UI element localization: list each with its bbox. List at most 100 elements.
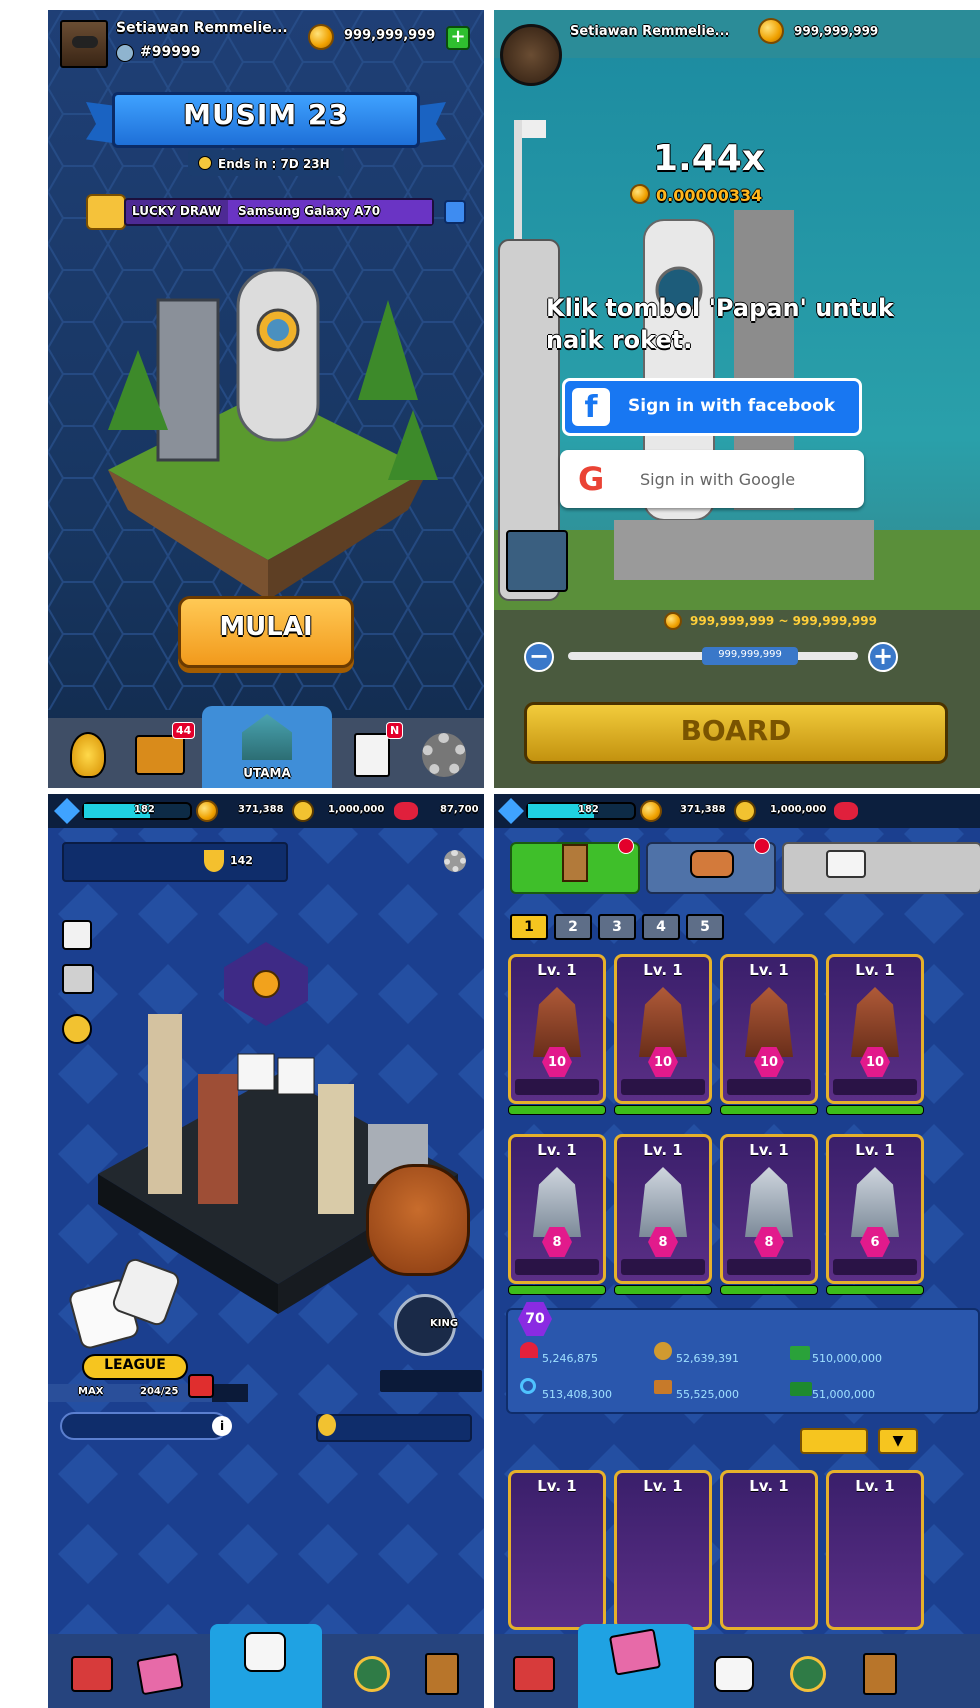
facebook-icon: f [572,388,610,426]
card-name-plate [515,1259,599,1275]
league-max: MAX [78,1386,104,1397]
cash-icon [790,1346,810,1360]
sort-button[interactable] [800,1428,868,1454]
league-reward-chest-icon[interactable] [188,1374,214,1398]
sort-dropdown-button[interactable]: ▼ [878,1428,918,1454]
building-card[interactable]: Lv. 1 10 [720,954,818,1115]
building-card[interactable]: Lv. 1 10 [826,954,924,1115]
league-label: LEAGUE [104,1357,166,1373]
mode-selector[interactable] [62,842,288,882]
settings-gear-icon[interactable] [444,850,466,872]
league-stat-box[interactable] [60,1412,228,1440]
heart-icon [520,1342,538,1358]
building-icon [745,987,793,1057]
coin-balance: 371,388 [238,804,284,815]
nav-chest[interactable] [504,1646,564,1702]
building-card[interactable]: Lv. 1 [720,1470,818,1630]
bear-mascot-icon [366,1164,470,1276]
hammer-icon [654,1380,672,1394]
clock-icon [198,156,212,170]
board-button-label: BOARD [680,714,792,747]
coin-amount: 0.00000334 [656,186,763,205]
building-card[interactable]: Lv. 18 [508,1134,606,1295]
coin-icon [640,800,662,822]
trophy-count: 142 [230,854,253,867]
card-progress-bar [826,1105,924,1115]
gem-count: 87,700 [440,804,479,815]
page-tab-4[interactable]: 4 [642,914,680,940]
building-card[interactable]: Lv. 1 10 [508,954,606,1115]
hero-mode-box[interactable] [316,1414,472,1442]
coin-balance: 999,999,999 [794,24,879,38]
stat-value-3: 510,000,000 [812,1352,882,1365]
notes-badge: N [386,722,404,739]
card-name-plate [621,1259,705,1275]
card-name-plate [621,1079,705,1095]
card-level: Lv. 1 [643,1141,683,1159]
info-button[interactable] [444,200,466,224]
avatar[interactable] [60,20,108,68]
instruction-text: Klik tombol 'Papan' untuk naik roket. [546,294,894,354]
tab-badge-characters [754,838,770,854]
cards-icon [608,1628,662,1676]
lucky-draw-prize: Samsung Galaxy A70 [238,204,381,218]
building-icon [533,987,581,1057]
building-card[interactable]: Lv. 16 [826,1134,924,1295]
building-card[interactable]: Lv. 18 [614,1134,712,1295]
card-level: Lv. 1 [749,1477,789,1495]
add-coins-button[interactable]: + [446,26,470,50]
lucky-draw-label: LUCKY DRAW [132,204,222,218]
nav-shield[interactable] [778,1646,838,1702]
dice-coin-icon [292,800,314,822]
nav-book[interactable] [850,1646,910,1702]
nav-shield[interactable] [342,1646,402,1702]
building-card[interactable]: Lv. 1 10 [614,954,712,1115]
info-icon[interactable]: i [212,1416,232,1436]
card-name-plate [727,1259,811,1275]
page-tab-3[interactable]: 3 [598,914,636,940]
page-tab-2[interactable]: 2 [554,914,592,940]
page-tab-5[interactable]: 5 [686,914,724,940]
nav-cards[interactable] [130,1646,190,1702]
nav-chest[interactable] [62,1646,122,1702]
nav-book[interactable] [412,1646,472,1702]
dice-coin-icon [734,800,756,822]
card-level: Lv. 1 [749,961,789,979]
stat-value-2: 52,639,391 [676,1352,739,1365]
building-card[interactable]: Lv. 1 [614,1470,712,1630]
card-level: Lv. 1 [537,961,577,979]
side-icon-truck[interactable] [62,964,94,994]
coin-balance: 371,388 [680,804,726,815]
mini-game-button[interactable] [380,1370,482,1392]
side-icon-calendar[interactable] [62,920,92,950]
card-progress-bar [720,1105,818,1115]
small-coin-icon [630,184,650,204]
building-thumbnail[interactable] [506,530,568,592]
card-level: Lv. 1 [537,1477,577,1495]
building-card[interactable]: Lv. 18 [720,1134,818,1295]
bet-range: 999,999,999 ~ 999,999,999 [690,614,877,628]
dice-wings-icon [714,1656,754,1692]
category-tab-album[interactable] [782,842,980,894]
building-card[interactable]: Lv. 1 [826,1470,924,1630]
league-progress: 204/25 [140,1386,179,1397]
panel-building-collection: 182 371,388 1,000,000 12345 Lv. 1 10 Lv. 1… [494,794,980,1708]
panel-board-home: 182 371,388 1,000,000 87,700 142 LEAGUE … [48,794,484,1708]
panel-rocket-login: Setiawan Remmelie... 999,999,999 1.44x 0… [494,10,980,788]
character-dice-tab-icon [690,850,734,878]
king-label: KING [430,1318,459,1329]
facebook-sign-in-label: Sign in with facebook [628,396,836,416]
nav-settings[interactable] [412,726,476,784]
cards-icon [136,1652,184,1696]
page-tab-1[interactable]: 1 [510,914,548,940]
increase-button[interactable]: + [868,642,898,672]
coin-icon [758,18,784,44]
chest-icon [513,1656,555,1692]
building-card[interactable]: Lv. 1 [508,1470,606,1630]
decrease-button[interactable]: − [524,642,554,672]
nav-medal[interactable] [56,726,120,784]
card-level: Lv. 1 [855,1141,895,1159]
card-name-plate [727,1079,811,1095]
chest-badge: 44 [172,722,196,739]
nav-board[interactable] [704,1646,764,1702]
